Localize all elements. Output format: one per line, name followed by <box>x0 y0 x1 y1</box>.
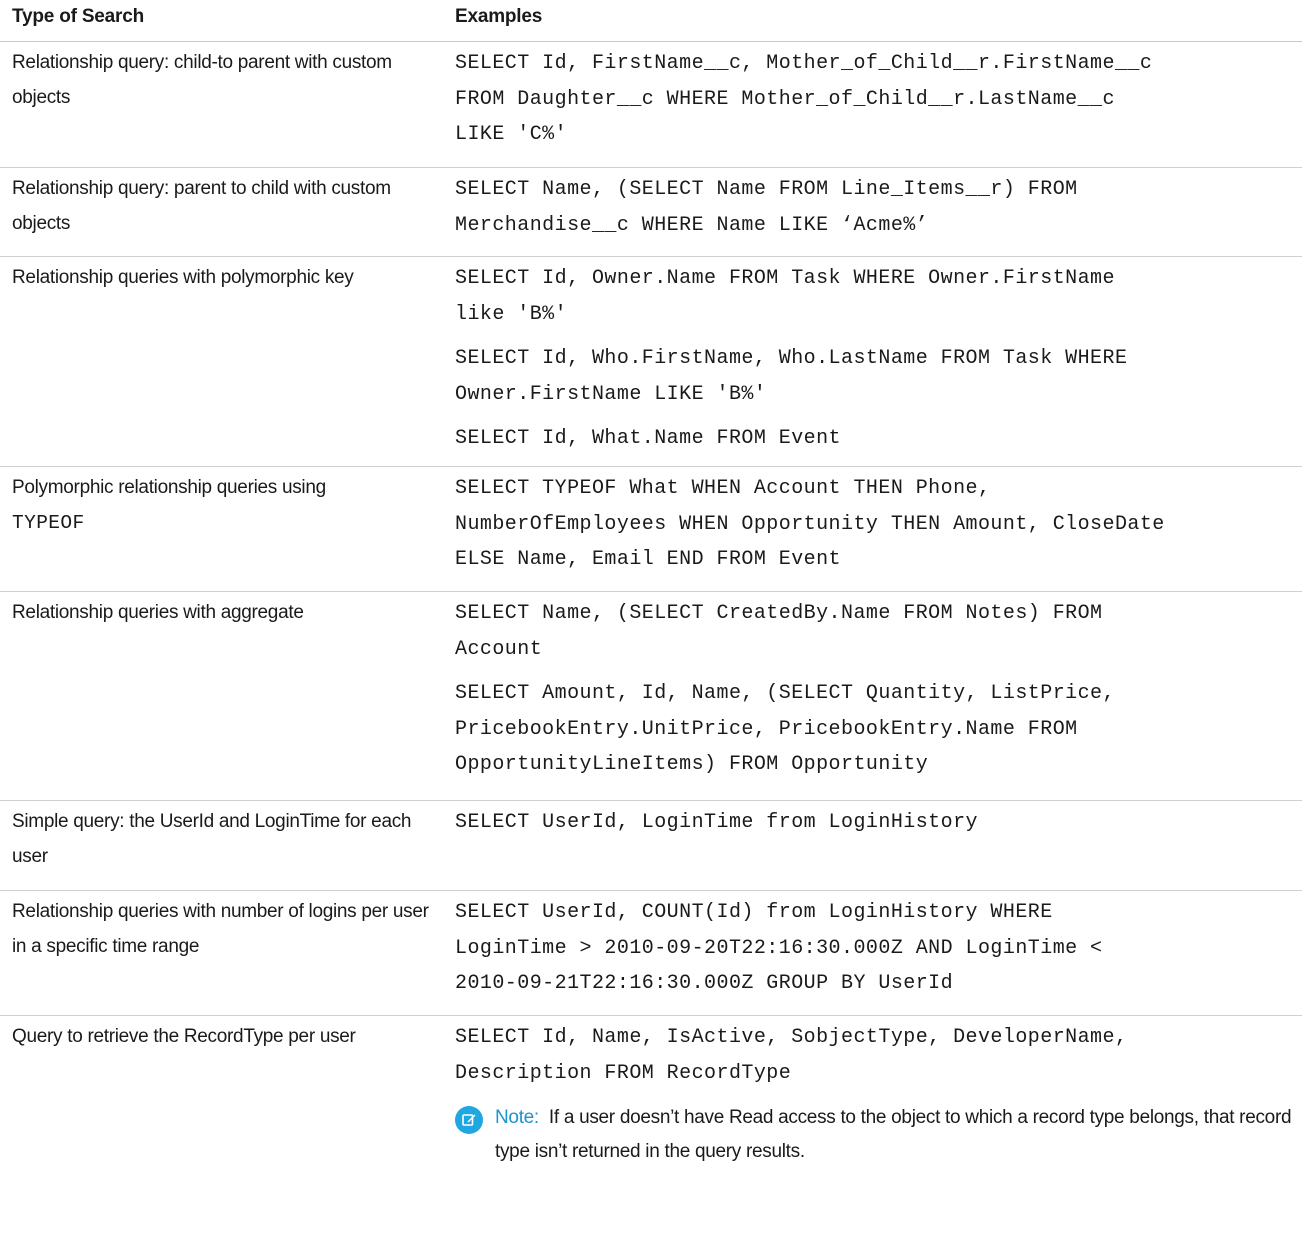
header-type-of-search: Type of Search <box>12 6 144 27</box>
note-callout: Note: If a user doesn’t have Read access… <box>455 1101 1296 1169</box>
code-example: SELECT UserId, LoginTime from LoginHisto… <box>455 811 978 834</box>
table-row: Relationship query: parent to child with… <box>0 168 1302 257</box>
code-example: SELECT Id, What.Name FROM Event <box>455 427 842 450</box>
table-row: Simple query: the UserId and LoginTime f… <box>0 801 1302 891</box>
code-example: SELECT Id, FirstName__c, Mother_of_Child… <box>455 52 1153 146</box>
row-type: Relationship query: parent to child with… <box>12 178 391 234</box>
note-label: Note: <box>495 1107 539 1128</box>
row-type: Relationship queries with polymorphic ke… <box>12 267 354 288</box>
row-type: Relationship queries with number of logi… <box>12 901 429 957</box>
row-type: Simple query: the UserId and LoginTime f… <box>12 811 412 867</box>
table-row: Relationship queries with polymorphic ke… <box>0 257 1302 467</box>
row-type: Polymorphic relationship queries using TY… <box>12 470 445 541</box>
typeof-keyword: TYPEOF <box>12 512 85 534</box>
pencil-square-icon <box>462 1114 476 1126</box>
code-example: SELECT UserId, COUNT(Id) from LoginHisto… <box>455 901 1103 995</box>
code-example: SELECT Name, (SELECT Name FROM Line_Item… <box>455 178 1078 237</box>
row-type-prefix: Polymorphic relationship queries using <box>12 477 326 498</box>
code-example: SELECT Amount, Id, Name, (SELECT Quantit… <box>455 682 1115 776</box>
table-row: Polymorphic relationship queries using TY… <box>0 467 1302 592</box>
row-type: Relationship query: child-to parent with… <box>12 52 392 108</box>
row-type: Query to retrieve the RecordType per use… <box>12 1026 356 1047</box>
table-row: Relationship queries with aggregate SELE… <box>0 592 1302 801</box>
header-examples: Examples <box>455 6 543 27</box>
code-example: SELECT Id, Who.FirstName, Who.LastName F… <box>455 347 1128 406</box>
edit-note-icon <box>455 1106 483 1134</box>
row-type: Relationship queries with aggregate <box>12 602 304 623</box>
note-body: If a user doesn’t have Read access to th… <box>495 1107 1292 1162</box>
table-header: Type of Search Examples <box>0 0 1302 42</box>
document: Type of Search Examples Relationship que… <box>0 0 1302 1234</box>
code-example: SELECT TYPEOF What WHEN Account THEN Pho… <box>455 477 1165 571</box>
table-row: Query to retrieve the RecordType per use… <box>0 1016 1302 1206</box>
code-example: SELECT Id, Owner.Name FROM Task WHERE Ow… <box>455 267 1115 326</box>
code-example: SELECT Name, (SELECT CreatedBy.Name FROM… <box>455 602 1103 661</box>
table-row: Relationship query: child-to parent with… <box>0 42 1302 168</box>
table-row: Relationship queries with number of logi… <box>0 891 1302 1016</box>
note-text: Note: If a user doesn’t have Read access… <box>495 1101 1296 1169</box>
code-example: SELECT Id, Name, IsActive, SobjectType, … <box>455 1026 1128 1085</box>
